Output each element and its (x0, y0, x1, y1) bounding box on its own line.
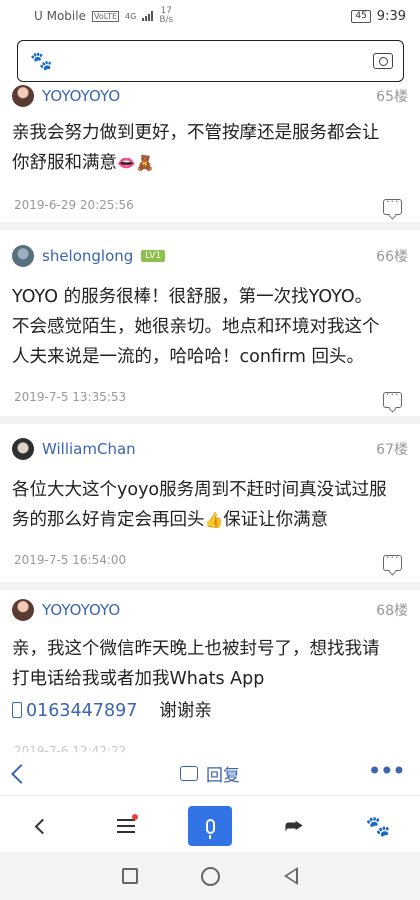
figure-emoji-icon: 🧸 (135, 154, 155, 172)
share-button[interactable]: ⮫ (272, 804, 316, 848)
voice-search-button[interactable] (188, 804, 232, 848)
post-time: 2019-6-29 20:25:56 (14, 198, 134, 212)
clock: 9:39 (376, 8, 406, 24)
avatar[interactable] (12, 599, 34, 621)
level-badge: LV1 (141, 250, 166, 262)
username[interactable]: YOYOYOYO (42, 601, 120, 619)
username[interactable]: WilliamChan (42, 440, 136, 458)
post-content: 各位大大这个yoyo服务周到不赶时间真没试过服 务的那么好肯定会再回头👍保证让你… (12, 475, 406, 535)
thumbs-up-emoji-icon: 👍 (204, 511, 224, 529)
nav-back-button[interactable] (20, 804, 64, 848)
recents-icon[interactable] (121, 868, 138, 884)
carrier-label: U Mobile (34, 9, 86, 23)
floor-number: 67楼 (376, 442, 408, 458)
floor-number: 66楼 (376, 249, 408, 265)
comment-icon[interactable] (383, 551, 402, 571)
chevron-left-icon (34, 818, 50, 834)
battery-icon: 45 (351, 9, 371, 23)
phone-number-link[interactable]: 0163447897 (26, 701, 137, 721)
network-type: 4G (125, 11, 137, 21)
floor-number: 65楼 (376, 89, 408, 105)
avatar[interactable] (12, 245, 34, 267)
system-nav-bar (0, 852, 420, 900)
comment-icon (180, 762, 198, 781)
signal-icon (142, 11, 154, 21)
baidu-home-button[interactable]: 🐾 (356, 804, 400, 848)
username[interactable]: shelonglong (42, 247, 133, 265)
reply-bar: 回复 ••• (0, 752, 420, 796)
share-icon: ⮫ (284, 814, 304, 838)
back-arrow-icon[interactable] (11, 764, 31, 784)
comment-icon[interactable] (383, 195, 402, 215)
post-time: 2019-7-5 13:35:53 (14, 390, 127, 404)
nav-menu-button[interactable] (104, 804, 148, 848)
more-options-icon[interactable]: ••• (368, 759, 406, 783)
post-content: 亲，我这个微信昨天晚上也被封号了，想找我请 打电话给我或者加我Whats App… (12, 639, 380, 721)
avatar[interactable] (12, 85, 34, 107)
baidu-paw-icon[interactable]: 🐾 (30, 51, 52, 72)
paw-icon: 🐾 (365, 814, 391, 838)
camera-icon[interactable] (373, 53, 393, 69)
comment-icon[interactable] (383, 388, 402, 408)
post-content: YOYO 的服务很棒！很舒服，第一次找YOYO。 不会感觉陌生，她很亲切。地点和… (12, 287, 380, 367)
username[interactable]: YOYOYOYO (42, 87, 120, 105)
post-time: 2019-7-5 16:54:00 (14, 553, 127, 567)
post-floor-65: YOYOYOYO 65楼 亲我会努力做到更好，不管按摩还是服务都会让 你舒服和满… (0, 82, 420, 230)
floor-number: 68楼 (376, 603, 408, 619)
lips-emoji-icon: 👄 (117, 154, 136, 172)
notification-dot (132, 814, 138, 820)
browser-nav-bar: ⮫ 🐾 (0, 800, 420, 852)
post-floor-67: WilliamChan 67楼 各位大大这个yoyo服务周到不赶时间真没试过服 … (0, 432, 420, 590)
status-bar: U Mobile VoLTE 4G 17 B/s 45 9:39 (0, 0, 420, 32)
back-icon[interactable] (284, 867, 299, 885)
reply-button[interactable]: 回复 (180, 761, 240, 786)
search-bar[interactable]: 🐾 (17, 40, 404, 82)
menu-icon (117, 819, 135, 833)
post-floor-66: shelonglong LV1 66楼 YOYO 的服务很棒！很舒服，第一次找Y… (0, 238, 420, 424)
avatar[interactable] (12, 438, 34, 460)
post-floor-68: YOYOYOYO 68楼 亲，我这个微信昨天晚上也被封号了，想找我请 打电话给我… (0, 596, 420, 766)
volte-badge: VoLTE (91, 10, 120, 22)
post-content: 亲我会努力做到更好，不管按摩还是服务都会让 你舒服和满意👄🧸 (12, 118, 406, 178)
home-icon[interactable] (201, 866, 221, 886)
reply-label: 回复 (206, 766, 240, 786)
network-speed: 17 B/s (159, 6, 174, 25)
phone-icon (12, 702, 22, 718)
mic-icon (205, 818, 215, 839)
